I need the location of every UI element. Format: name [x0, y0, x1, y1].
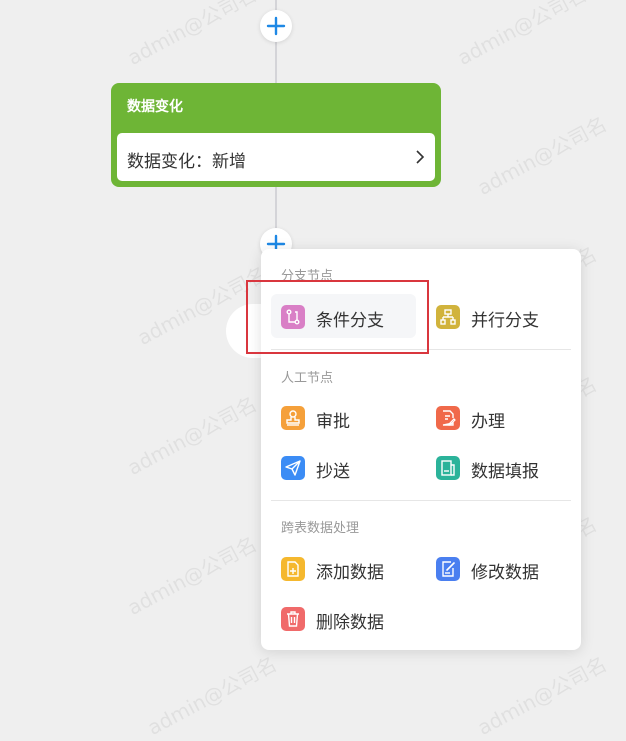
menu-item-parallel-branch[interactable]: 并行分支: [426, 294, 571, 338]
menu-item-label: 删除数据: [316, 613, 384, 633]
node-title: 数据变化: [127, 99, 183, 115]
menu-item-label: 并行分支: [471, 311, 539, 331]
menu-item-cc[interactable]: 抄送: [271, 445, 416, 489]
stamp-icon: [281, 406, 305, 430]
node-body[interactable]: 数据变化：新增: [117, 133, 435, 181]
section-title-manual: 人工节点: [281, 371, 334, 386]
menu-item-data-fill[interactable]: 数据填报: [426, 445, 571, 489]
menu-item-delete-data[interactable]: 删除数据: [271, 596, 416, 640]
plus-icon: [266, 16, 286, 36]
add-doc-icon: [281, 557, 305, 581]
section-title-cross-table: 跨表数据处理: [281, 521, 360, 536]
menu-item-label: 修改数据: [471, 563, 539, 583]
watermark: admin@公司名: [123, 391, 261, 480]
menu-item-label: 数据填报: [471, 462, 539, 482]
watermark: admin@公司名: [123, 0, 261, 70]
chevron-right-icon: [416, 150, 425, 164]
watermark: admin@公司名: [453, 0, 591, 70]
watermark: admin@公司名: [473, 651, 611, 740]
edit-doc-icon: [436, 406, 460, 430]
menu-item-label: 抄送: [316, 462, 350, 482]
menu-item-label: 添加数据: [316, 563, 384, 583]
watermark: admin@公司名: [143, 651, 281, 740]
node-body-text: 数据变化：新增: [127, 152, 246, 172]
menu-item-add-data[interactable]: 添加数据: [271, 546, 416, 590]
add-node-button-top[interactable]: [260, 10, 292, 42]
section-divider: [271, 500, 571, 501]
highlight-box: [246, 280, 429, 354]
watermark: admin@公司名: [473, 111, 611, 200]
trash-icon: [281, 607, 305, 631]
menu-item-modify-data[interactable]: 修改数据: [426, 546, 571, 590]
modify-doc-icon: [436, 557, 460, 581]
menu-item-label: 审批: [316, 412, 350, 432]
menu-item-approve[interactable]: 审批: [271, 395, 416, 439]
data-change-node[interactable]: 数据变化 数据变化：新增: [111, 83, 441, 187]
form-icon: [436, 456, 460, 480]
menu-item-label: 办理: [471, 412, 505, 432]
watermark: admin@公司名: [123, 531, 261, 620]
send-icon: [281, 456, 305, 480]
menu-item-handle[interactable]: 办理: [426, 395, 571, 439]
parallel-icon: [436, 305, 460, 329]
